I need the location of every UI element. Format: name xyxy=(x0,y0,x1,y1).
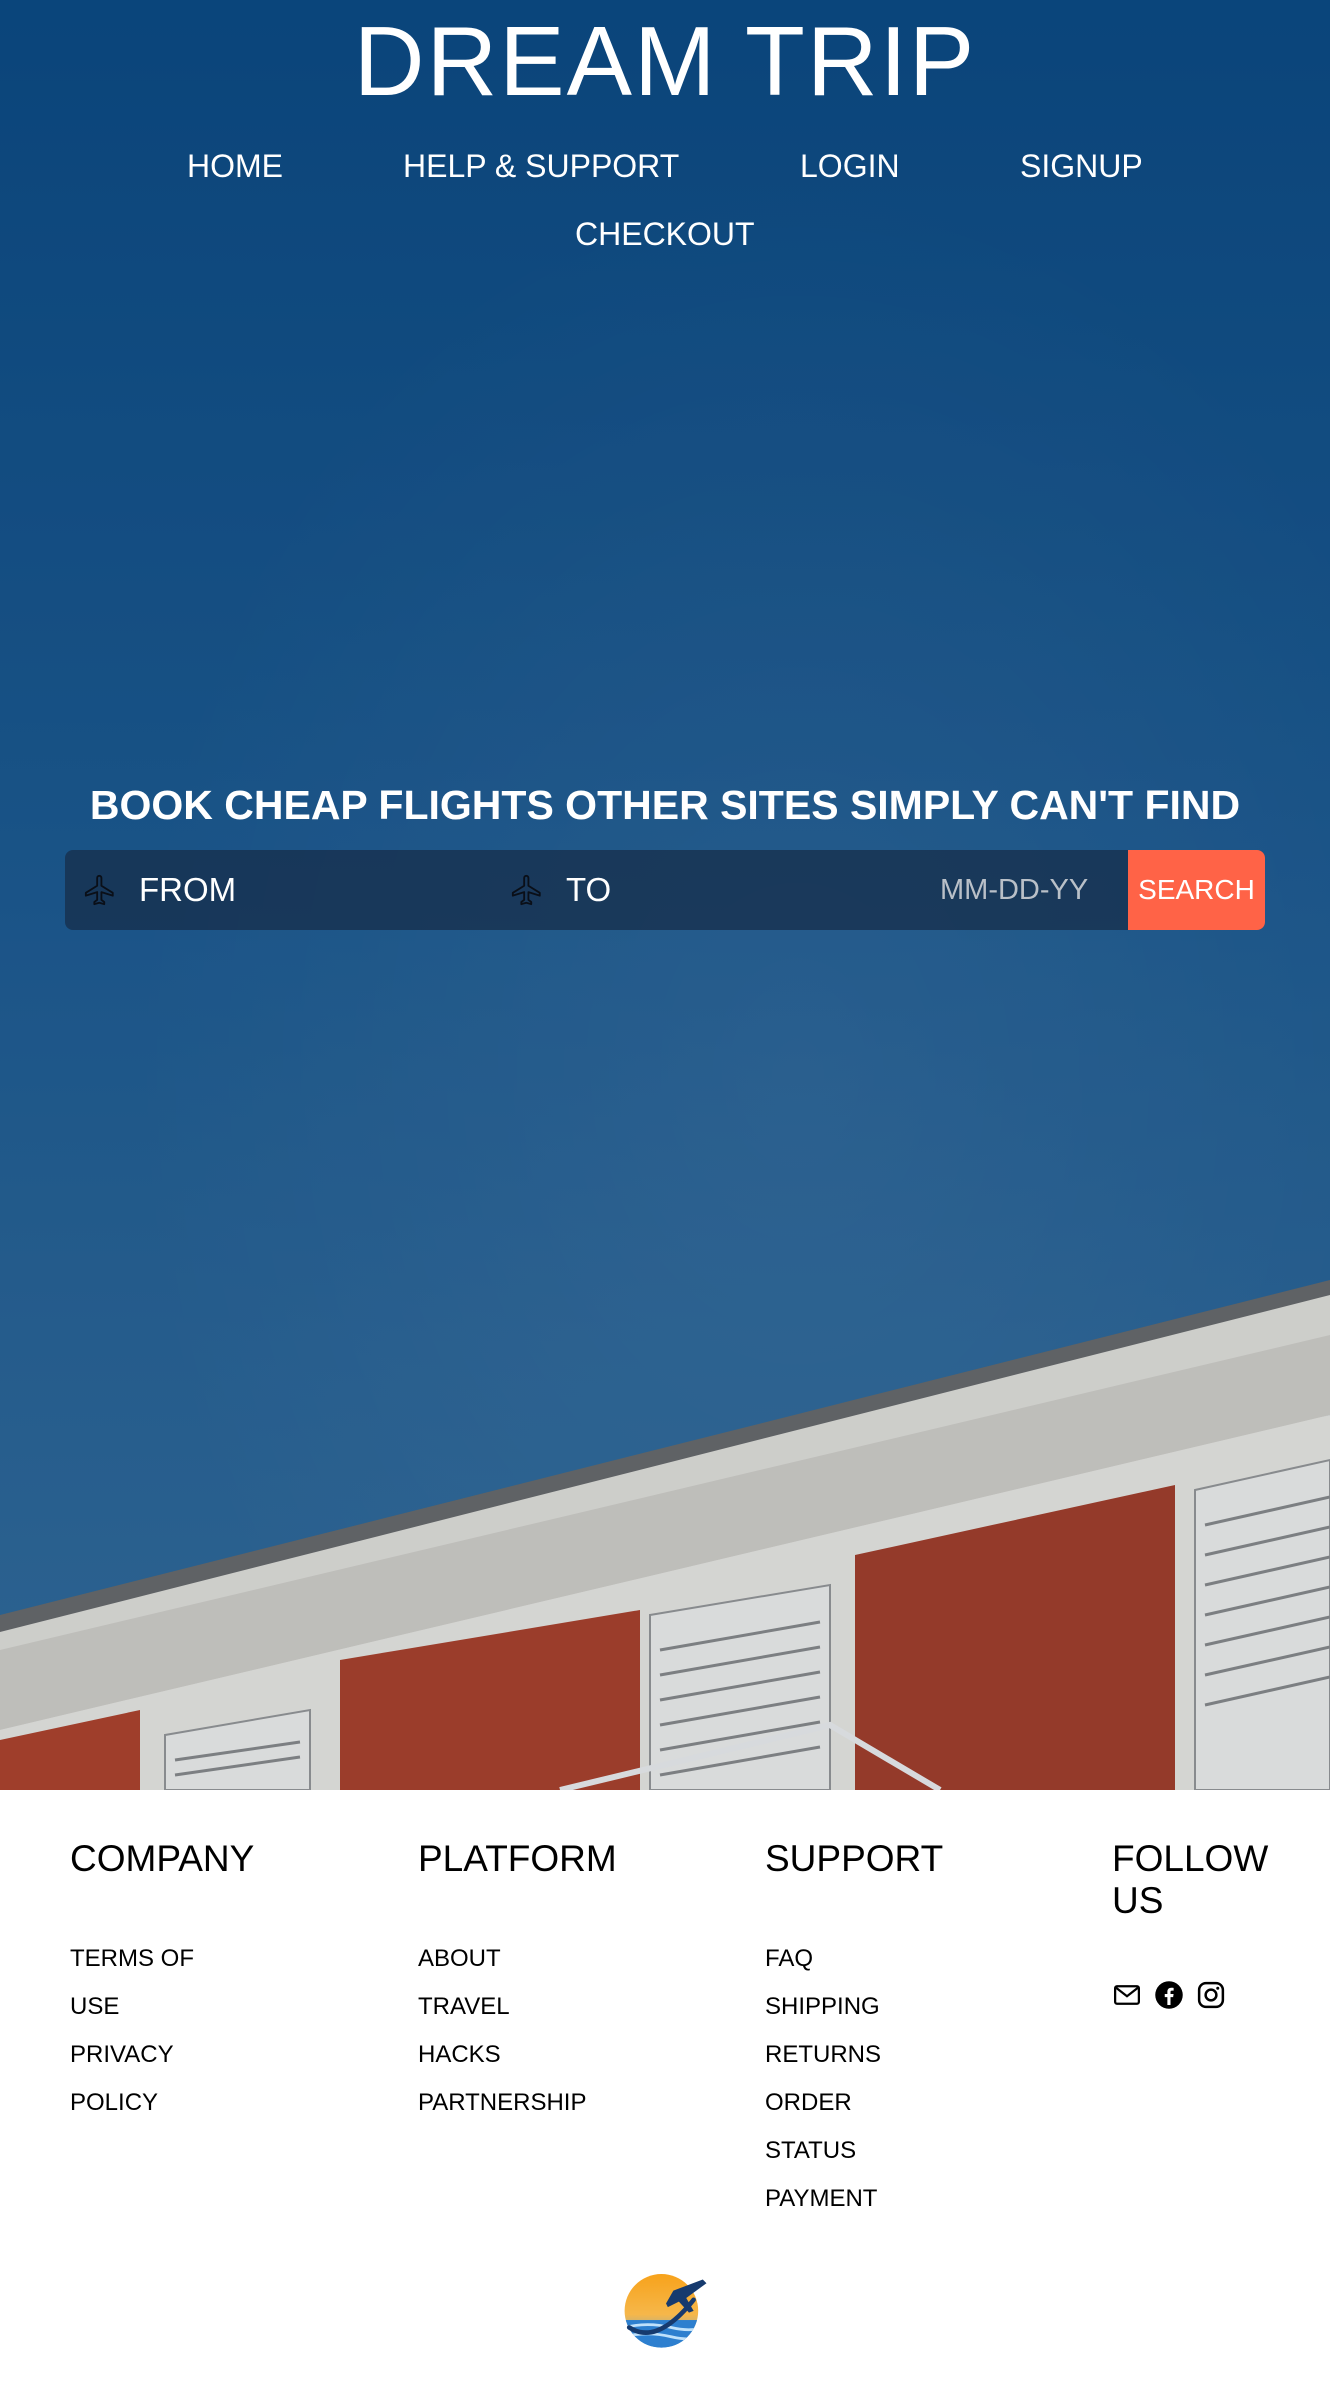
airplane-icon xyxy=(84,874,114,906)
nav-home-link[interactable]: HOME xyxy=(187,146,283,186)
footer-link-travel-hacks[interactable]: TRAVEL xyxy=(418,1983,617,2031)
footer-link-privacy[interactable]: POLICY xyxy=(70,2079,254,2127)
footer-link-faq[interactable]: FAQ xyxy=(765,1935,943,1983)
nav-help-support-link[interactable]: HELP & SUPPORT xyxy=(403,146,679,186)
footer-company-column: COMPANY TERMS OF USE PRIVACY POLICY xyxy=(70,1838,254,2127)
footer-heading-support: SUPPORT xyxy=(765,1838,944,1879)
hero-section: DREAM TRIP HOME HELP & SUPPORT LOGIN SIG… xyxy=(0,0,1330,1790)
social-icons xyxy=(1112,1980,1268,2010)
footer-link-terms[interactable]: USE xyxy=(70,1983,254,2031)
to-label: TO xyxy=(566,871,612,908)
footer-heading-follow-line2: US xyxy=(1112,1880,1164,1921)
nav-checkout-link[interactable]: CHECKOUT xyxy=(575,214,755,254)
hero-tagline: BOOK CHEAP FLIGHTS OTHER SITES SIMPLY CA… xyxy=(89,782,1241,828)
flight-search-bar: FROM TO SEARCH xyxy=(65,850,1265,930)
footer-link-shipping[interactable]: SHIPPING xyxy=(765,1983,943,2031)
instagram-icon[interactable] xyxy=(1196,1980,1226,2010)
footer-link-partnership[interactable]: PARTNERSHIP xyxy=(418,2079,617,2127)
footer-heading-platform: PLATFORM xyxy=(418,1838,617,1879)
footer-platform-column: PLATFORM ABOUT TRAVEL HACKS PARTNERSHIP xyxy=(418,1838,617,2127)
footer-link-order-status[interactable]: ORDER xyxy=(765,2079,943,2127)
airplane-icon xyxy=(511,874,541,906)
to-field[interactable]: TO xyxy=(510,850,830,930)
footer-link-returns[interactable]: RETURNS xyxy=(765,2031,943,2079)
nav-login-link[interactable]: LOGIN xyxy=(800,146,900,186)
footer-heading-follow: FOLLOW US xyxy=(1112,1838,1268,1922)
mail-icon[interactable] xyxy=(1112,1980,1142,2010)
footer-link-payment[interactable]: PAYMENT xyxy=(765,2175,943,2223)
dream-trip-logo[interactable] xyxy=(620,2263,712,2355)
footer-link-privacy[interactable]: PRIVACY xyxy=(70,2031,254,2079)
from-field[interactable]: FROM xyxy=(83,850,483,930)
footer-support-column: SUPPORT FAQ SHIPPING RETURNS ORDER STATU… xyxy=(765,1838,943,2223)
footer-link-about[interactable]: ABOUT xyxy=(418,1935,617,1983)
footer-heading-follow-line1: FOLLOW xyxy=(1112,1838,1269,1879)
footer-follow-column: FOLLOW US xyxy=(1112,1838,1268,2010)
footer-link-terms[interactable]: TERMS OF xyxy=(70,1935,254,1983)
site-title: DREAM TRIP xyxy=(353,6,977,116)
footer-link-travel-hacks[interactable]: HACKS xyxy=(418,2031,617,2079)
facebook-icon[interactable] xyxy=(1154,1980,1184,2010)
nav-signup-link[interactable]: SIGNUP xyxy=(1020,146,1143,186)
from-label: FROM xyxy=(139,871,237,908)
footer-link-order-status[interactable]: STATUS xyxy=(765,2127,943,2175)
footer-heading-company: COMPANY xyxy=(70,1838,255,1879)
search-button[interactable]: SEARCH xyxy=(1128,850,1265,930)
